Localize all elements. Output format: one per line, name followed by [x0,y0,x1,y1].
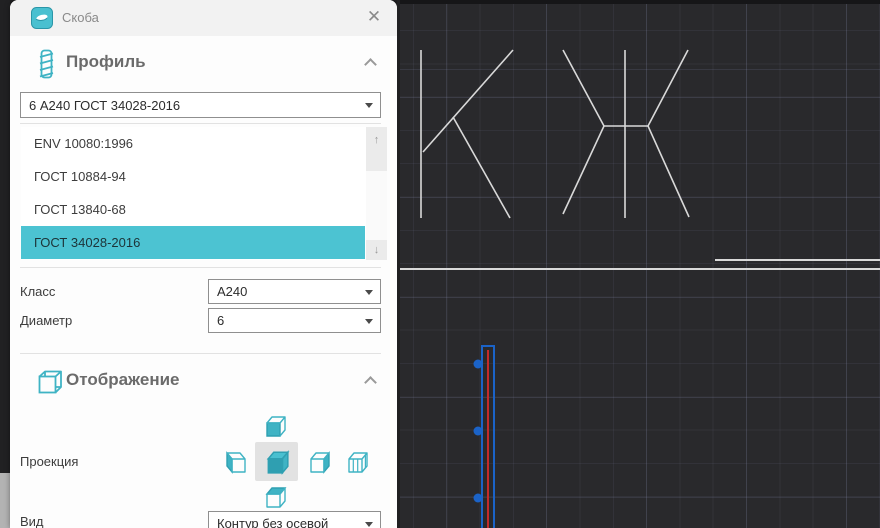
drawing-layer[interactable] [400,0,880,528]
chevron-up-icon[interactable] [364,58,377,71]
window-edge-strip [0,0,10,528]
cube-top-icon [263,414,287,438]
separator [20,353,381,354]
list-item[interactable]: ENV 10080:1996 [21,127,365,160]
view-label: Вид [20,514,44,528]
panel-titlebar[interactable]: Скоба ✕ [10,0,397,36]
projection-bottom-button[interactable] [260,483,290,511]
dropdown-arrow-icon [365,319,373,324]
cube-bottom-icon [263,485,287,509]
scroll-up-icon[interactable]: ↑ [366,127,387,171]
scroll-down-icon[interactable]: ↓ [366,240,387,260]
panel-title: Скоба [62,10,99,25]
diameter-label: Диаметр [20,313,72,328]
projection-right-button[interactable] [304,448,334,476]
cube-front-icon [264,449,290,475]
view-combobox[interactable]: Контур без осевой [208,511,381,528]
drawing-line[interactable] [563,50,604,126]
separator [20,267,381,268]
drawing-line[interactable] [453,117,510,218]
projection-label: Проекция [20,454,78,469]
drawing-line[interactable] [648,50,688,126]
grip-point[interactable] [474,494,483,503]
class-combobox-value: А240 [217,284,247,299]
section-header-display[interactable]: Отображение [10,364,397,404]
class-combobox[interactable]: А240 [208,279,381,304]
grip-point[interactable] [474,427,483,436]
grip-point[interactable] [474,360,483,369]
window-edge-strip-bottom [0,473,10,528]
profile-combobox-value: 6 А240 ГОСТ 34028-2016 [29,98,180,113]
section-header-profile[interactable]: Профиль [10,46,397,86]
projection-top-button[interactable] [260,412,290,440]
cube-left-icon [225,450,249,474]
standards-list: ENV 10080:1996 ГОСТ 10884-94 ГОСТ 13840-… [21,127,387,260]
drawing-line[interactable] [423,50,513,152]
projection-wireframe-button[interactable] [342,448,372,476]
dropdown-arrow-icon [365,522,373,527]
list-item-selected[interactable]: ГОСТ 34028-2016 [21,226,365,259]
display-cube-icon [36,368,64,401]
profile-combobox[interactable]: 6 А240 ГОСТ 34028-2016 [20,92,381,118]
projection-left-button[interactable] [222,448,252,476]
cube-wireframe-icon [345,450,369,474]
list-item[interactable]: ГОСТ 13840-68 [21,193,365,226]
view-combobox-value: Контур без осевой [217,516,328,528]
diameter-combobox[interactable]: 6 [208,308,381,333]
renga-logo-icon [31,7,53,29]
skoba-properties-panel: Скоба ✕ Профиль 6 А240 ГОСТ 34028-2016 E… [10,0,397,528]
separator [20,123,381,124]
cube-right-icon [307,450,331,474]
dropdown-arrow-icon [365,290,373,295]
section-title-display: Отображение [66,370,180,390]
list-item[interactable]: ГОСТ 10884-94 [21,160,365,193]
rebar-profile-icon [34,48,58,85]
projection-front-button[interactable] [255,442,298,481]
drawing-canvas[interactable] [397,0,880,528]
chevron-up-icon[interactable] [364,376,377,389]
list-scrollbar[interactable]: ↑ ↓ [366,127,387,260]
diameter-combobox-value: 6 [217,313,224,328]
dropdown-arrow-icon [365,103,373,108]
drawing-line[interactable] [648,126,689,217]
class-label: Класс [20,284,55,299]
section-title-profile: Профиль [66,52,146,72]
drawing-line[interactable] [563,126,604,214]
close-icon[interactable]: ✕ [363,6,385,28]
